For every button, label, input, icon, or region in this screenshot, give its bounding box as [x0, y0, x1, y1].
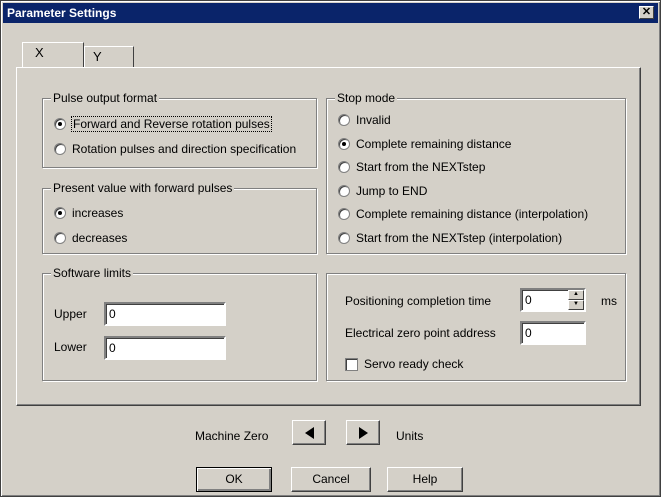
radio-complete-remaining[interactable]: Complete remaining distance — [338, 137, 511, 151]
radio-label: Start from the NEXTstep (interpolation) — [356, 231, 563, 245]
radio-invalid[interactable]: Invalid — [338, 113, 391, 127]
tab-panel: Pulse output format Forward and Reverse … — [16, 67, 641, 406]
positioning-group: Positioning completion time 0 ▲ ▼ ms Ele… — [326, 273, 626, 381]
arrow-right-icon — [358, 426, 368, 439]
radio-label: Jump to END — [356, 184, 428, 198]
cancel-button[interactable]: Cancel — [291, 467, 371, 492]
radio-indicator — [338, 208, 350, 220]
tab-y[interactable]: Y — [84, 46, 134, 68]
completion-time-input[interactable]: 0 ▲ ▼ — [520, 288, 586, 312]
radio-label: Complete remaining distance (interpolati… — [356, 207, 589, 221]
stop-mode-group: Stop mode Invalid Complete remaining dis… — [326, 91, 626, 254]
radio-label: Rotation pulses and direction specificat… — [72, 142, 297, 156]
lower-limit-input[interactable]: 0 — [104, 336, 226, 360]
close-button[interactable]: ✕ — [639, 6, 654, 19]
upper-label: Upper — [54, 307, 87, 321]
radio-indicator — [338, 114, 350, 126]
radio-indicator — [54, 143, 66, 155]
radio-label: increases — [72, 206, 124, 220]
radio-indicator — [338, 232, 350, 244]
software-limits-group: Software limits Upper 0 Lower 0 — [42, 266, 317, 381]
radio-decreases[interactable]: decreases — [54, 231, 127, 245]
radio-start-next[interactable]: Start from the NEXTstep — [338, 160, 485, 174]
radio-rotation-direction[interactable]: Rotation pulses and direction specificat… — [54, 142, 296, 156]
title-bar: Parameter Settings ✕ — [3, 3, 658, 23]
close-icon: ✕ — [641, 6, 652, 18]
radio-increases[interactable]: increases — [54, 206, 123, 220]
radio-complete-remaining-interp[interactable]: Complete remaining distance (interpolati… — [338, 207, 588, 221]
ok-button[interactable]: OK — [196, 467, 272, 492]
radio-indicator — [338, 138, 350, 150]
upper-limit-input[interactable]: 0 — [104, 302, 226, 326]
radio-indicator — [338, 185, 350, 197]
pulse-output-title: Pulse output format — [51, 91, 160, 105]
pulse-output-group: Pulse output format Forward and Reverse … — [42, 91, 317, 168]
parameter-settings-dialog: Parameter Settings ✕ X Y Pulse output fo… — [0, 0, 661, 497]
radio-label: decreases — [72, 231, 128, 245]
completion-time-value: 0 — [525, 293, 532, 307]
radio-forward-reverse[interactable]: Forward and Reverse rotation pulses — [54, 116, 272, 132]
radio-start-next-interp[interactable]: Start from the NEXTstep (interpolation) — [338, 231, 562, 245]
tab-x[interactable]: X — [22, 42, 84, 67]
stop-mode-title: Stop mode — [335, 91, 398, 105]
electrical-zero-label: Electrical zero point address — [345, 326, 496, 340]
radio-indicator — [54, 118, 66, 130]
completion-time-label: Positioning completion time — [345, 294, 492, 308]
help-button[interactable]: Help — [387, 467, 463, 492]
radio-indicator — [54, 232, 66, 244]
present-value-title: Present value with forward pulses — [51, 181, 235, 195]
spin-down-icon[interactable]: ▼ — [568, 300, 584, 310]
servo-ready-label: Servo ready check — [364, 357, 464, 371]
spin-up-icon[interactable]: ▲ — [568, 290, 584, 300]
software-limits-title: Software limits — [51, 266, 134, 280]
tab-y-label: Y — [93, 49, 102, 64]
radio-label: Start from the NEXTstep — [356, 160, 486, 174]
machine-zero-label: Machine Zero — [195, 429, 269, 443]
radio-indicator — [54, 207, 66, 219]
radio-label: Forward and Reverse rotation pulses — [71, 116, 272, 132]
lower-label: Lower — [54, 340, 87, 354]
completion-unit: ms — [601, 294, 617, 308]
checkbox-box — [345, 357, 358, 371]
tab-x-label: X — [35, 45, 44, 60]
machine-zero-left-button[interactable] — [292, 420, 326, 445]
servo-ready-checkbox[interactable]: Servo ready check — [345, 357, 463, 371]
present-value-group: Present value with forward pulses increa… — [42, 181, 317, 254]
window-title: Parameter Settings — [7, 6, 117, 20]
electrical-zero-input[interactable]: 0 — [520, 321, 586, 345]
completion-time-spinner[interactable]: ▲ ▼ — [568, 290, 584, 310]
radio-indicator — [338, 161, 350, 173]
units-label: Units — [396, 429, 424, 443]
arrow-left-icon — [304, 426, 314, 439]
radio-label: Complete remaining distance — [356, 137, 512, 151]
radio-jump-to-end[interactable]: Jump to END — [338, 184, 427, 198]
radio-label: Invalid — [356, 113, 391, 127]
machine-zero-right-button[interactable] — [346, 420, 380, 445]
